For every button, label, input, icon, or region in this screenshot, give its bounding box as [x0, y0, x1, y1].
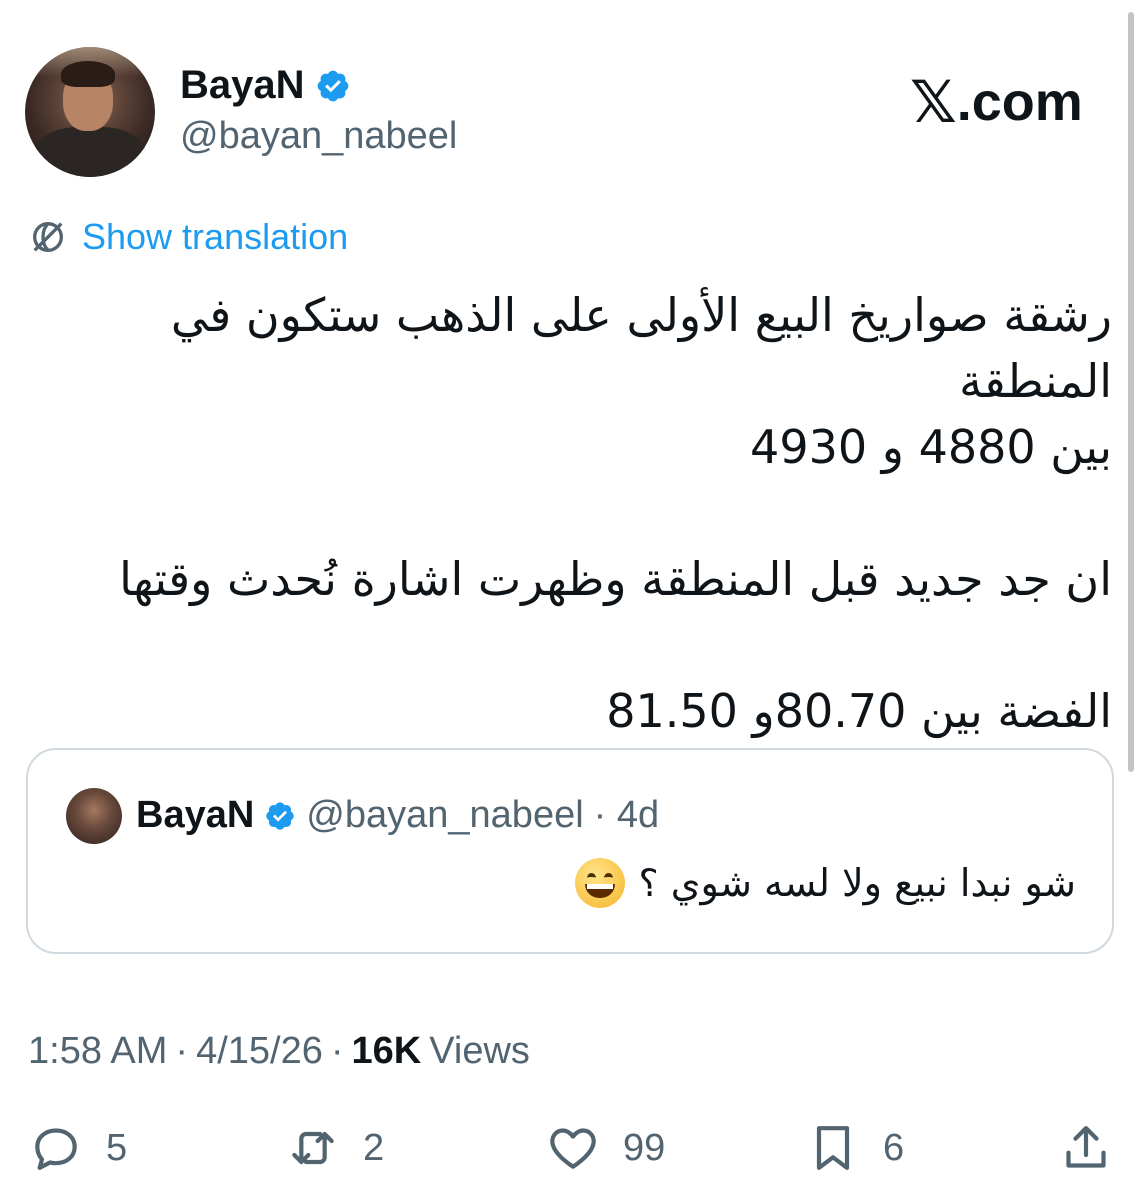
scrollbar[interactable]	[1128, 12, 1134, 772]
reply-button[interactable]: 5	[28, 1120, 127, 1176]
action-bar: 5 2 99 6	[0, 1120, 1142, 1180]
quoted-header: BayaN @bayan_nabeel · 4d	[136, 794, 659, 837]
grinning-face-icon	[574, 858, 625, 908]
x-brand-watermark: 𝕏 .com	[910, 68, 1083, 136]
repost-count: 2	[363, 1126, 385, 1169]
repost-button[interactable]: 2	[285, 1120, 384, 1176]
reply-icon	[35, 1128, 77, 1170]
bookmark-count: 6	[883, 1126, 905, 1169]
meta-separator: ·	[175, 1030, 189, 1072]
like-button[interactable]: 99	[545, 1120, 665, 1176]
show-translation-label[interactable]: Show translation	[82, 216, 348, 258]
reply-count: 5	[106, 1126, 128, 1169]
views-count: 16K	[351, 1030, 422, 1072]
views-label: Views	[429, 1030, 530, 1072]
author-name[interactable]: BayaN	[180, 63, 305, 108]
quoted-avatar[interactable]	[66, 788, 122, 844]
share-icon	[1066, 1126, 1106, 1168]
like-count: 99	[623, 1126, 666, 1169]
avatar[interactable]	[25, 47, 155, 177]
quoted-author-name[interactable]: BayaN	[136, 794, 254, 837]
verified-badge-icon	[317, 70, 348, 101]
show-translation-link[interactable]: Show translation	[28, 216, 348, 258]
tweet-text: رشقة صواريخ البيع الأولى على الذهب ستكون…	[119, 288, 1112, 738]
brand-label: .com	[956, 72, 1083, 132]
quoted-text: شو نبدا نبيع ولا لسه شوي ؟	[638, 861, 1076, 905]
author-name-row[interactable]: BayaN	[180, 63, 351, 108]
heart-icon	[550, 1128, 596, 1169]
meta-separator: ·	[330, 1030, 344, 1072]
verified-badge-icon	[266, 801, 294, 830]
repost-icon	[292, 1131, 334, 1165]
quoted-tweet[interactable]: BayaN @bayan_nabeel · 4d شو نبدا نبيع ول…	[26, 748, 1114, 954]
bookmark-button[interactable]: 6	[805, 1120, 904, 1176]
quoted-author-handle[interactable]: @bayan_nabeel	[306, 794, 583, 837]
quoted-age: · 4d	[593, 794, 660, 836]
x-logo-icon: 𝕏	[910, 68, 957, 136]
author-handle[interactable]: @bayan_nabeel	[180, 115, 457, 158]
tweet-time[interactable]: 1:58 AM	[28, 1030, 167, 1073]
share-button[interactable]	[1058, 1120, 1114, 1176]
bookmark-icon	[816, 1126, 850, 1170]
tweet-meta: 1:58 AM · 4/15/26 · 16K Views	[28, 1030, 530, 1073]
translate-icon	[33, 222, 63, 252]
quoted-text-row: شو نبدا نبيع ولا لسه شوي ؟	[574, 858, 1076, 908]
tweet-date[interactable]: 4/15/26	[196, 1030, 323, 1073]
